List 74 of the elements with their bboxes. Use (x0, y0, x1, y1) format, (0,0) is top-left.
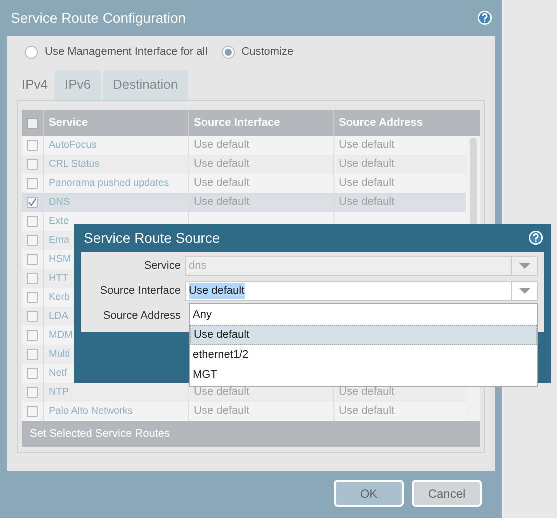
field-label: Source Address (102, 308, 182, 324)
help-icon[interactable] (477, 10, 493, 26)
service-link[interactable]: Panorama pushed updates (49, 176, 170, 191)
service-link[interactable]: MDM (49, 328, 73, 343)
dropdown-option[interactable]: Any (190, 305, 537, 325)
row-checkbox[interactable] (27, 349, 38, 360)
help-icon[interactable] (528, 230, 544, 246)
table-cell-text: Use default (194, 404, 250, 420)
row-checkbox[interactable] (27, 330, 38, 341)
field-value: dns (188, 258, 207, 274)
window-title: Service Route Configuration (11, 8, 186, 28)
dropdown-option[interactable]: MGT (190, 365, 537, 385)
service-link[interactable]: CRL Status (49, 157, 100, 172)
row-checkbox[interactable] (27, 178, 38, 189)
row-checkbox[interactable] (27, 235, 38, 246)
select-all-checkbox[interactable] (27, 118, 38, 128)
service-link[interactable]: Netf (49, 366, 68, 381)
check-icon (28, 198, 37, 207)
tab[interactable]: IPv4 (17, 70, 54, 100)
footer-text: Set Selected Service Routes (30, 426, 170, 442)
table-row[interactable]: Palo Alto Networks Use default Use default (22, 402, 466, 421)
service-link[interactable]: Multi (49, 347, 70, 362)
table-cell-text: Use default (339, 157, 395, 172)
row-checkbox[interactable] (27, 140, 38, 151)
service-link[interactable]: Exte (49, 214, 70, 229)
cancel-button[interactable]: Cancel (412, 480, 482, 507)
service-link[interactable]: NTP (49, 385, 69, 400)
dropdown-option[interactable]: Use default (190, 325, 537, 345)
service-link[interactable]: Ema (49, 233, 70, 248)
row-checkbox[interactable] (27, 387, 38, 398)
table-cell-text: Use default (339, 385, 395, 400)
service-link[interactable]: Kerb (49, 290, 70, 305)
ok-button[interactable]: OK (334, 480, 404, 507)
table-cell-text: Use default (194, 195, 250, 210)
table-row[interactable]: CRL Status Use default Use default (22, 155, 466, 174)
table-cell-text: Use default (194, 157, 250, 172)
caret-icon (518, 288, 530, 294)
row-checkbox[interactable] (27, 254, 38, 265)
dropdown-option[interactable]: ethernet1/2 (190, 345, 537, 365)
table-row[interactable]: DNS Use default Use default (22, 193, 466, 212)
table-row[interactable]: AutoFocus Use default Use default (22, 136, 466, 155)
caret-icon (518, 263, 530, 269)
table-cell-text: Use default (194, 176, 250, 192)
service-link[interactable]: AutoFocus (49, 138, 97, 153)
table-cell-text: Use default (339, 404, 395, 420)
modal-title: Service Route Source (84, 228, 220, 248)
field-label: Source Interface (99, 284, 182, 299)
row-checkbox[interactable] (27, 273, 38, 284)
table-cell-text: Use default (194, 138, 250, 154)
radio-option[interactable]: Use Management Interface for all (25, 44, 208, 60)
service-link[interactable]: LDA (49, 309, 68, 324)
row-checkbox[interactable] (27, 197, 38, 208)
field-label: Service (143, 258, 182, 274)
column-header: Source Address (338, 116, 424, 131)
select-field[interactable]: Use default (185, 281, 538, 301)
row-checkbox[interactable] (27, 406, 38, 417)
row-checkbox[interactable] (27, 311, 38, 322)
field-value: Use default (189, 282, 245, 300)
service-link[interactable]: DNS (49, 195, 70, 210)
row-checkbox[interactable] (27, 368, 38, 379)
table-row[interactable]: Panorama pushed updates Use default Use default (22, 174, 466, 193)
table-cell-text: Use default (339, 195, 395, 210)
table-cell-text: Use default (194, 385, 250, 400)
table-cell-text: Use default (339, 176, 395, 192)
service-link[interactable]: Palo Alto Networks (49, 404, 133, 419)
radio-option[interactable]: Customize (222, 44, 294, 60)
row-checkbox[interactable] (27, 159, 38, 170)
tab[interactable]: Destination (103, 70, 188, 100)
row-checkbox[interactable] (27, 216, 38, 227)
table-cell-text: Use default (339, 138, 395, 154)
row-checkbox[interactable] (27, 292, 38, 303)
service-link[interactable]: HSM (49, 252, 72, 267)
tab[interactable]: IPv6 (55, 70, 102, 100)
service-link[interactable]: HTT (49, 271, 68, 286)
